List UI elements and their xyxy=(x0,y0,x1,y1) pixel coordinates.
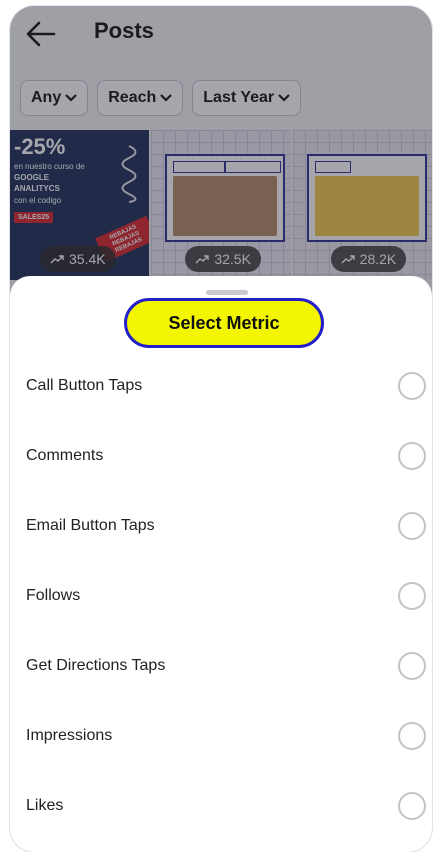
metric-option-call-button-taps[interactable]: Call Button Taps xyxy=(10,351,432,421)
metric-option-comments[interactable]: Comments xyxy=(10,421,432,491)
radio-button[interactable] xyxy=(398,722,426,750)
metric-label: Follows xyxy=(26,587,81,604)
metric-label: Likes xyxy=(26,797,64,814)
radio-button[interactable] xyxy=(398,652,426,680)
metric-label: Comments xyxy=(26,447,104,464)
radio-button[interactable] xyxy=(398,792,426,820)
radio-button[interactable] xyxy=(398,512,426,540)
drag-handle[interactable] xyxy=(206,290,248,295)
radio-button[interactable] xyxy=(398,582,426,610)
metric-option-likes[interactable]: Likes xyxy=(10,771,432,841)
phone-screen: Posts Any Reach Last Year -25% en nuestr… xyxy=(10,6,432,852)
metric-option-email-button-taps[interactable]: Email Button Taps xyxy=(10,491,432,561)
metric-list: Call Button Taps Comments Email Button T… xyxy=(10,351,432,841)
metric-option-get-directions-taps[interactable]: Get Directions Taps xyxy=(10,631,432,701)
radio-button[interactable] xyxy=(398,442,426,470)
metric-option-follows[interactable]: Follows xyxy=(10,561,432,631)
metric-label: Email Button Taps xyxy=(26,517,155,534)
select-metric-sheet: Select Metric Call Button Taps Comments … xyxy=(10,276,432,852)
metric-option-impressions[interactable]: Impressions xyxy=(10,701,432,771)
radio-button[interactable] xyxy=(398,372,426,400)
metric-label: Impressions xyxy=(26,727,113,744)
metric-label: Call Button Taps xyxy=(26,377,143,394)
metric-label: Get Directions Taps xyxy=(26,657,166,674)
sheet-title: Select Metric xyxy=(124,298,324,348)
